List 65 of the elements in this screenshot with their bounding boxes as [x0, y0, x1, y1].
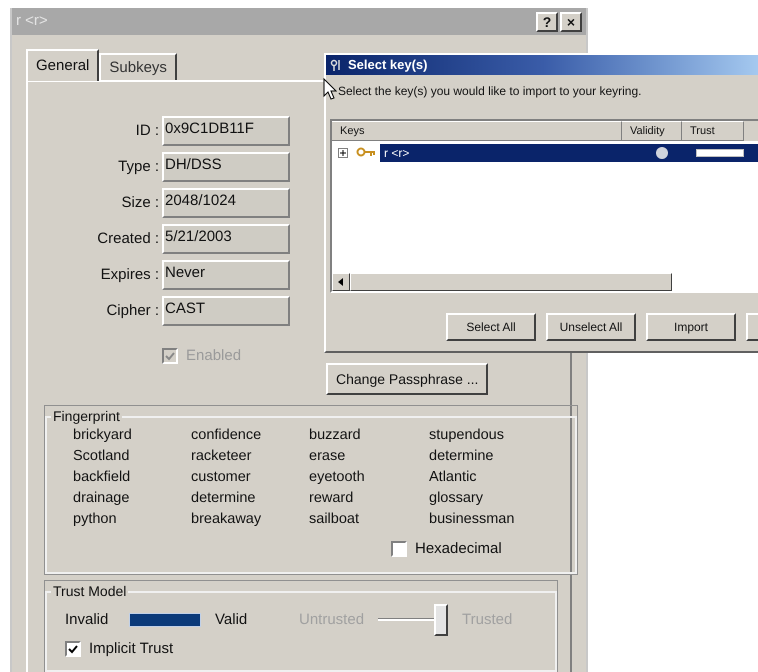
- checkbox-label: Hexadecimal: [415, 539, 502, 559]
- fingerprint-word: businessman: [429, 510, 516, 529]
- fingerprint-word: drainage: [73, 489, 130, 508]
- checkbox-label: Enabled: [186, 346, 242, 366]
- fingerprint-word: customer: [191, 468, 252, 487]
- readonly-field: 0x9C1DB11F: [162, 116, 290, 146]
- fingerprint-word: Atlantic: [429, 468, 478, 487]
- column-header[interactable]: Trust: [682, 121, 744, 141]
- group-title: Fingerprint: [52, 407, 121, 426]
- fingerprint-word: reward: [309, 489, 354, 508]
- fingerprint-word: brickyard: [73, 426, 133, 445]
- dialog-title: Select key(s): [348, 56, 428, 74]
- fingerprint-word: erase: [309, 447, 346, 466]
- field-label: Type :: [117, 156, 160, 177]
- dialog-button[interactable]: Import: [646, 313, 736, 341]
- field-label: Size :: [120, 192, 160, 213]
- check-icon: [165, 352, 175, 361]
- fingerprint-word: confidence: [191, 426, 262, 445]
- key-name: r <r>: [383, 145, 410, 162]
- scroll-left-button[interactable]: [332, 273, 350, 291]
- plus-icon: [340, 150, 346, 156]
- meter-label: Invalid: [65, 610, 110, 630]
- fingerprint-word: Scotland: [73, 447, 130, 466]
- close-button[interactable]: ×: [560, 12, 582, 32]
- fingerprint-word: python: [73, 510, 118, 529]
- dialog-button[interactable]: Select All: [446, 313, 536, 341]
- fingerprint-word: buzzard: [309, 426, 362, 445]
- readonly-field: DH/DSS: [162, 152, 290, 182]
- tab[interactable]: General: [26, 49, 100, 81]
- column-header[interactable]: Keys: [332, 121, 622, 141]
- field-label: Created :: [96, 228, 160, 249]
- fingerprint-word: breakaway: [191, 510, 262, 529]
- expand-toggle[interactable]: [338, 148, 348, 158]
- fingerprint-word: racketeer: [191, 447, 252, 466]
- field-label: Cipher :: [105, 300, 160, 321]
- fingerprint-word: backfield: [73, 468, 132, 487]
- check-icon: [68, 644, 78, 654]
- readonly-field: Never: [162, 260, 290, 290]
- change-passphrase-button[interactable]: Change Passphrase ...: [326, 363, 488, 395]
- trust-slider[interactable]: [378, 604, 448, 636]
- readonly-field: 2048/1024: [162, 188, 290, 218]
- fingerprint-word: glossary: [429, 489, 484, 508]
- field-label: ID :: [134, 120, 160, 141]
- meter-label: Valid: [215, 610, 248, 630]
- checkbox-label: Implicit Trust: [89, 639, 174, 659]
- fingerprint-word: eyetooth: [309, 468, 366, 487]
- key-icon: [356, 147, 376, 159]
- fingerprint-word: stupendous: [429, 426, 505, 445]
- window-title: r <r>: [16, 11, 48, 32]
- group-title: Trust Model: [52, 582, 128, 601]
- fingerprint-word: sailboat: [309, 510, 360, 529]
- tab[interactable]: Subkeys: [99, 53, 177, 81]
- field-label: Expires :: [100, 264, 160, 285]
- checkbox[interactable]: [65, 641, 81, 658]
- readonly-field: CAST: [162, 296, 290, 326]
- fingerprint-word: determine: [429, 447, 494, 466]
- checkbox[interactable]: [391, 541, 407, 558]
- instruction-text: Select the key(s) you would like to import to your keyring.: [338, 83, 642, 100]
- column-header[interactable]: Validity: [622, 121, 682, 141]
- fingerprint-word: determine: [191, 489, 256, 508]
- readonly-field: 5/21/2003: [162, 224, 290, 254]
- help-button[interactable]: ?: [536, 12, 558, 32]
- dialog-button[interactable]: Unselect All: [546, 313, 636, 341]
- left-arrow-icon: [338, 278, 344, 286]
- list-row[interactable]: r <r>: [380, 144, 758, 162]
